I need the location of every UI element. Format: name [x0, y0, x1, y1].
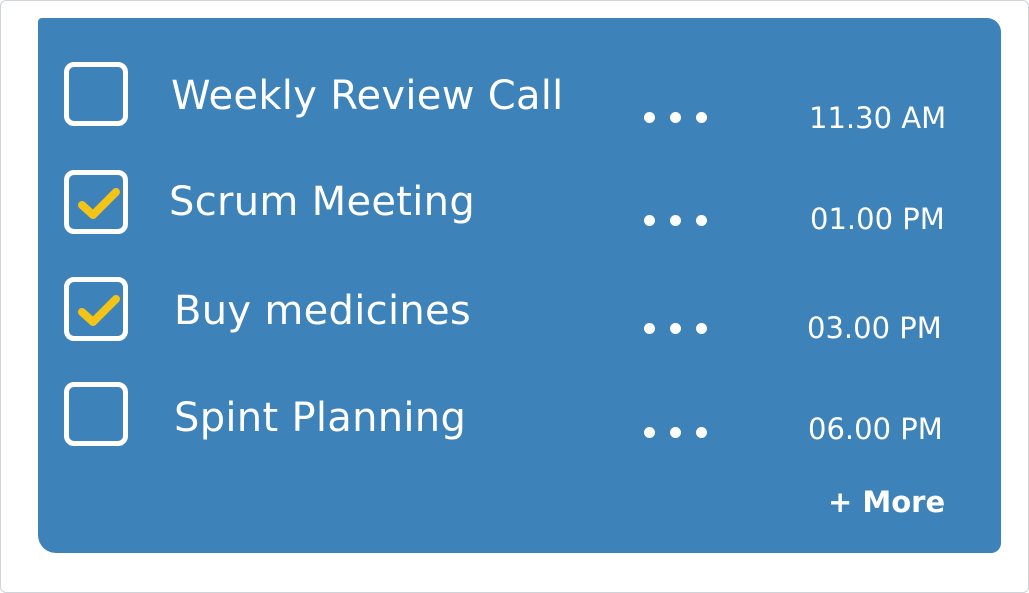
task-time-1: 11.30 AM: [809, 101, 947, 135]
task-label-1: Weekly Review Call: [171, 73, 564, 119]
widget-frame: Weekly Review Call 11.30 AM Scrum Meetin…: [0, 0, 1029, 593]
task-time-2: 01.00 PM: [810, 202, 945, 236]
task-row-4: Spint Planning 06.00 PM: [38, 382, 1001, 462]
ellipsis-icon[interactable]: [642, 425, 710, 439]
task-label-3: Buy medicines: [174, 288, 472, 334]
ellipsis-icon[interactable]: [642, 110, 710, 124]
ellipsis-icon[interactable]: [642, 321, 710, 335]
more-link[interactable]: + More: [828, 484, 945, 520]
check-icon: [78, 295, 120, 326]
task-label-2: Scrum Meeting: [169, 179, 476, 225]
ellipsis-icon[interactable]: [642, 213, 710, 227]
task-time-3: 03.00 PM: [807, 311, 942, 345]
task-time-4: 06.00 PM: [808, 412, 943, 446]
task-row-2: Scrum Meeting 01.00 PM: [38, 170, 1001, 250]
task-list-card: Weekly Review Call 11.30 AM Scrum Meetin…: [38, 18, 1001, 553]
task-checkbox-1[interactable]: [64, 62, 128, 126]
task-checkbox-3[interactable]: [64, 277, 128, 341]
task-checkbox-4[interactable]: [64, 382, 128, 446]
task-row-3: Buy medicines 03.00 PM: [38, 277, 1001, 357]
task-checkbox-2[interactable]: [64, 170, 128, 234]
task-label-4: Spint Planning: [174, 395, 467, 441]
task-row-1: Weekly Review Call 11.30 AM: [38, 62, 1001, 142]
check-icon: [78, 188, 120, 219]
